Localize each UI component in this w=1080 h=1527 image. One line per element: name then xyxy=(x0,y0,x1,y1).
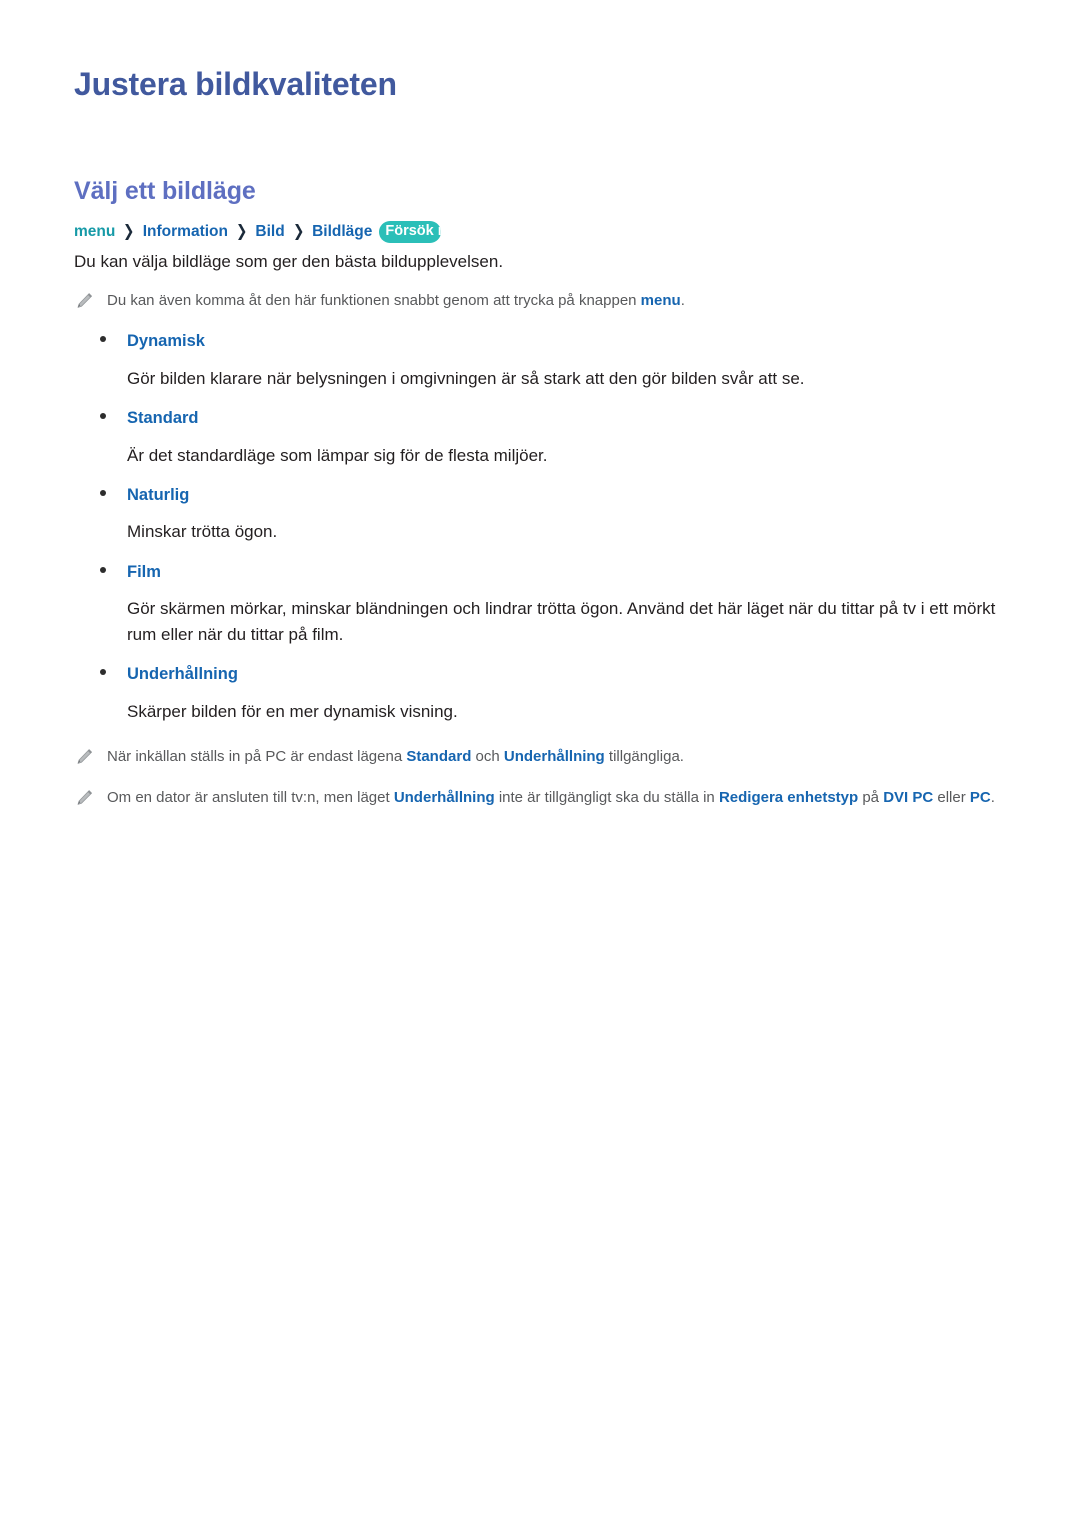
mode-description: Gör bilden klarare när belysningen i omg… xyxy=(127,368,805,388)
try-now-badge[interactable]: Försök nu xyxy=(379,221,442,244)
picture-mode-list: Dynamisk Gör bilden klarare när belysnin… xyxy=(74,331,1014,724)
list-item: Standard Är det standardläge som lämpar … xyxy=(74,408,1014,468)
note-text-part: tillgängliga. xyxy=(604,748,684,766)
notes-bottom: När inkällan ställs in på PC är endast l… xyxy=(74,746,1014,809)
page-title: Justera bildkvaliteten xyxy=(74,66,397,102)
note-highlight: DVI PC xyxy=(883,788,934,806)
chevron-right-icon: ❯ xyxy=(123,223,135,241)
note-highlight: menu xyxy=(640,291,681,309)
mode-description: Skärper bilden för en mer dynamisk visni… xyxy=(127,701,458,721)
note-highlight: Standard xyxy=(406,748,472,766)
mode-label: Dynamisk xyxy=(127,332,205,351)
note-pc-modes-text: När inkällan ställs in på PC är endast l… xyxy=(107,746,1014,769)
mode-label: Film xyxy=(127,562,161,581)
mode-label: Naturlig xyxy=(127,486,190,505)
breadcrumb: menu ❯ Information ❯ Bild ❯ Bildläge För… xyxy=(74,221,442,244)
note-text-part: inte är tillgängligt ska du ställa in xyxy=(494,788,719,806)
breadcrumb-item-bild[interactable]: Bild xyxy=(255,224,284,240)
main-content: Du kan välja bildläge som ger den bästa … xyxy=(74,250,1014,809)
mode-description: Minskar trötta ögon. xyxy=(127,522,278,542)
note-top: Du kan även komma åt den här funktionen … xyxy=(74,290,1014,313)
breadcrumb-item-bildlage[interactable]: Bildläge xyxy=(312,224,372,240)
list-item: Film Gör skärmen mörkar, minskar bländni… xyxy=(74,562,1014,647)
bullet-icon xyxy=(100,566,106,573)
bullet-icon xyxy=(100,669,106,676)
note-top-text: Du kan även komma åt den här funktionen … xyxy=(107,290,1014,313)
note-text-part: eller xyxy=(933,788,970,806)
chevron-right-icon: ❯ xyxy=(292,223,305,241)
chevron-right-icon: ❯ xyxy=(236,223,248,241)
intro-paragraph: Du kan välja bildläge som ger den bästa … xyxy=(74,252,504,271)
note-highlight: Redigera enhetstyp xyxy=(718,788,859,806)
note-device-type: Om en dator är ansluten till tv:n, men l… xyxy=(74,787,1014,810)
pencil-icon xyxy=(74,291,94,311)
mode-heading-naturlig: Naturlig xyxy=(74,485,1014,506)
note-highlight: Underhållning xyxy=(393,788,495,806)
list-item: Dynamisk Gör bilden klarare när belysnin… xyxy=(74,331,1014,391)
mode-description: Är det standardläge som lämpar sig för d… xyxy=(127,445,548,465)
bullet-icon xyxy=(100,490,106,497)
note-pc-modes: När inkällan ställs in på PC är endast l… xyxy=(74,746,1014,769)
list-item: Underhållning Skärper bilden för en mer … xyxy=(74,664,1014,724)
note-highlight: PC xyxy=(969,788,991,806)
bullet-icon xyxy=(100,336,106,343)
note-text-part: . xyxy=(990,788,995,806)
pencil-icon xyxy=(74,788,94,808)
note-text-part: . xyxy=(680,291,685,309)
note-device-type-text: Om en dator är ansluten till tv:n, men l… xyxy=(107,787,1014,810)
mode-heading-standard: Standard xyxy=(74,408,1014,429)
mode-label: Standard xyxy=(127,409,199,428)
list-item: Naturlig Minskar trötta ögon. xyxy=(74,485,1014,545)
manual-page: Justera bildkvaliteten Välj ett bildläge… xyxy=(0,0,1080,1527)
note-text-part: Du kan även komma åt den här funktionen … xyxy=(107,291,641,309)
breadcrumb-item-menu[interactable]: menu xyxy=(74,224,115,240)
mode-heading-underhallning: Underhållning xyxy=(74,664,1014,685)
note-text-part: på xyxy=(858,788,884,806)
mode-description: Gör skärmen mörkar, minskar bländningen … xyxy=(127,599,996,644)
bullet-icon xyxy=(100,413,106,420)
note-text-part: och xyxy=(471,748,504,766)
note-text-part: Om en dator är ansluten till tv:n, men l… xyxy=(107,788,394,806)
mode-label: Underhållning xyxy=(127,665,238,684)
section-title: Välj ett bildläge xyxy=(74,177,256,205)
breadcrumb-item-information[interactable]: Information xyxy=(143,224,228,240)
mode-heading-dynamisk: Dynamisk xyxy=(74,331,1014,352)
mode-heading-film: Film xyxy=(74,562,1014,583)
note-highlight: Underhållning xyxy=(503,748,605,766)
note-text-part: När inkällan ställs in på PC är endast l… xyxy=(107,748,407,766)
pencil-icon xyxy=(74,747,94,767)
